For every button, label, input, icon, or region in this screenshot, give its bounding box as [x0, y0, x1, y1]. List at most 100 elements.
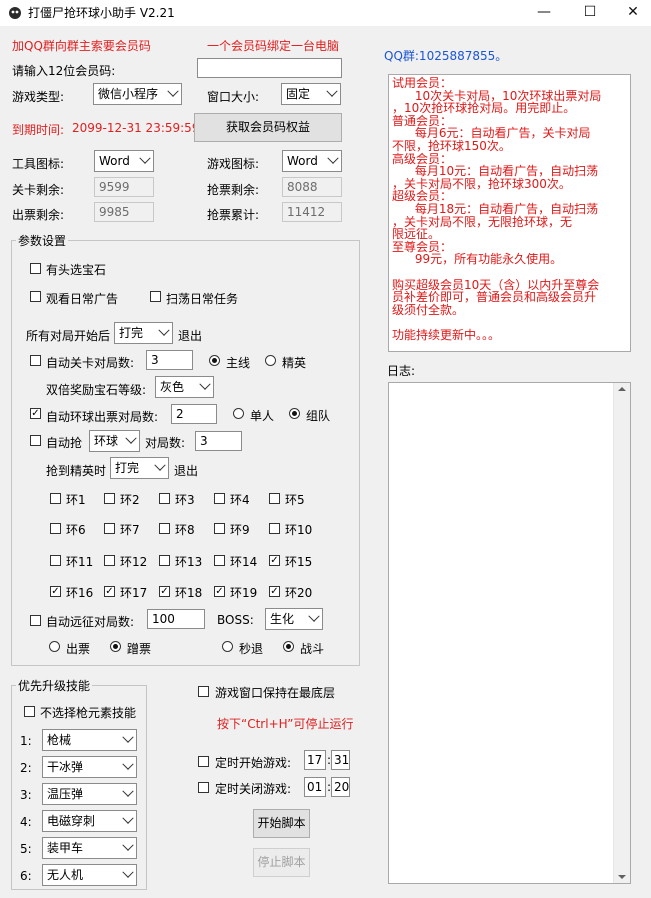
elite-radio[interactable] — [265, 355, 276, 366]
after-all-select[interactable]: 打完 — [114, 322, 173, 344]
expiry-label: 到期时间: — [12, 123, 65, 137]
step-ticket-radio[interactable] — [110, 641, 121, 652]
ring-12-checkbox[interactable] — [104, 555, 115, 566]
timed-close-checkbox[interactable] — [198, 782, 209, 793]
start-minute-input[interactable]: 31 — [331, 750, 350, 770]
double-reward-select[interactable]: 灰色 — [155, 376, 214, 398]
auto-grab-type-select[interactable]: 环球 — [89, 430, 140, 452]
auto-grab-count-input[interactable]: 3 — [195, 431, 242, 451]
head-chest-label: 有头选宝石 — [46, 263, 107, 277]
tool-icon-select[interactable]: Word — [94, 150, 154, 172]
info-line: 级须付全款。 — [392, 302, 465, 317]
instant-retreat-radio[interactable] — [222, 641, 233, 652]
ring-7-checkbox[interactable] — [104, 523, 115, 534]
ring-6-checkbox[interactable] — [50, 523, 61, 534]
auto-expedition-input[interactable]: 100 — [147, 609, 205, 629]
stop-script-button[interactable]: 停止脚本 — [253, 848, 310, 877]
ring-10-checkbox[interactable] — [269, 523, 280, 534]
ring-14-checkbox[interactable] — [214, 555, 225, 566]
ring-19-checkbox[interactable]: ✓ — [214, 586, 225, 597]
ring-16-checkbox[interactable]: ✓ — [50, 586, 61, 597]
skill-3-select[interactable]: 温压弹 — [42, 783, 137, 805]
ring-9-checkbox[interactable] — [214, 523, 225, 534]
member-code-label: 请输入12位会员码: — [12, 64, 116, 78]
log-scrollbar[interactable] — [613, 383, 630, 883]
timed-start-checkbox[interactable] — [198, 756, 209, 767]
daily-ads-checkbox[interactable] — [30, 291, 41, 302]
membership-info-box[interactable]: 试用会员： 10次关卡对局，10次环球出票对局 ，10次抢环球抢对局。用完即止。… — [388, 74, 631, 352]
info-line — [392, 266, 627, 279]
out-ticket-label: 出票 — [66, 642, 91, 656]
ring-1-checkbox[interactable] — [50, 493, 61, 504]
single-radio[interactable] — [233, 408, 244, 419]
ring-3-checkbox[interactable] — [159, 493, 170, 504]
ring-17-checkbox[interactable]: ✓ — [104, 586, 115, 597]
out-ticket-radio[interactable] — [49, 641, 60, 652]
ring-2-checkbox[interactable] — [104, 493, 115, 504]
auto-grab-checkbox[interactable] — [30, 435, 41, 446]
maximize-button[interactable]: ☐ — [567, 0, 613, 26]
no-gun-element-checkbox[interactable] — [24, 706, 35, 717]
close-hour-input[interactable]: 01 — [304, 777, 326, 797]
minimize-button[interactable]: — — [521, 0, 567, 26]
ring-4-checkbox[interactable] — [214, 493, 225, 504]
mainline-radio[interactable] — [209, 355, 220, 366]
chevron-down-icon — [326, 85, 338, 97]
auto-level-input[interactable]: 3 — [146, 350, 193, 370]
one-device-note: 一个会员码绑定一台电脑 — [207, 39, 340, 53]
ring-19-label: 环19 — [230, 586, 258, 600]
log-label: 日志: — [387, 364, 416, 378]
ring-13-checkbox[interactable] — [159, 555, 170, 566]
auto-expedition-checkbox[interactable] — [30, 615, 41, 626]
team-radio[interactable] — [289, 408, 300, 419]
ring-1-label: 环1 — [66, 493, 86, 507]
fight-radio[interactable] — [283, 641, 294, 652]
auto-ring-input[interactable]: 2 — [171, 404, 217, 424]
skill-6-select[interactable]: 无人机 — [42, 864, 137, 886]
keep-bottom-checkbox[interactable] — [198, 686, 209, 697]
skill-2-select[interactable]: 干冰弹 — [42, 756, 137, 778]
chevron-down-icon — [122, 812, 134, 824]
ring-18-checkbox[interactable]: ✓ — [159, 586, 170, 597]
ring-20-checkbox[interactable]: ✓ — [269, 586, 280, 597]
chevron-down-icon — [122, 758, 134, 770]
ring-8-label: 环8 — [175, 523, 195, 537]
chevron-down-icon — [122, 839, 134, 851]
chevron-down-icon — [122, 866, 134, 878]
elite-label: 精英 — [282, 356, 307, 370]
skill-4-select[interactable]: 电磁穿刺 — [42, 810, 137, 832]
scroll-up-icon[interactable] — [618, 387, 626, 391]
ring-16-label: 环16 — [66, 586, 94, 600]
boss-select[interactable]: 生化 — [265, 608, 323, 630]
game-type-select[interactable]: 微信小程序 — [93, 83, 182, 105]
scroll-down-icon[interactable] — [618, 875, 626, 879]
ring-15-label: 环15 — [285, 555, 313, 569]
start-hour-input[interactable]: 17 — [304, 750, 326, 770]
chevron-down-icon — [167, 85, 179, 97]
ring-15-checkbox[interactable]: ✓ — [269, 555, 280, 566]
member-code-input[interactable] — [197, 58, 342, 78]
skill-5-select[interactable]: 装甲车 — [42, 837, 137, 859]
info-line: 99元，所有功能永久使用。 — [392, 252, 563, 267]
after-all-prefix: 所有对局开始后 — [26, 329, 111, 343]
close-button[interactable]: ✕ — [610, 0, 651, 26]
game-icon-select[interactable]: Word — [282, 150, 342, 172]
window-size-select[interactable]: 固定 — [281, 83, 341, 105]
ring-5-checkbox[interactable] — [269, 493, 280, 504]
auto-ring-checkbox[interactable]: ✓ — [30, 408, 41, 419]
start-script-button[interactable]: 开始脚本 — [253, 809, 310, 838]
head-chest-checkbox[interactable] — [30, 263, 41, 274]
step-ticket-label: 蹭票 — [127, 642, 152, 656]
sweep-daily-checkbox[interactable] — [150, 291, 161, 302]
ring-11-checkbox[interactable] — [50, 555, 61, 566]
auto-level-checkbox[interactable] — [30, 355, 41, 366]
title-bar[interactable]: 打僵尸抢环球小助手 V2.21 — ☐ ✕ — [0, 0, 651, 26]
elite-grab-select[interactable]: 打完 — [110, 457, 169, 479]
log-box[interactable] — [388, 382, 631, 884]
skill-1-num: 1: — [20, 734, 32, 748]
get-rights-button[interactable]: 获取会员码权益 — [194, 113, 342, 142]
close-minute-input[interactable]: 20 — [331, 777, 350, 797]
skill-1-select[interactable]: 枪械 — [42, 729, 137, 751]
ring-8-checkbox[interactable] — [159, 523, 170, 534]
info-line: 功能持续更新中。。。 — [392, 327, 501, 342]
